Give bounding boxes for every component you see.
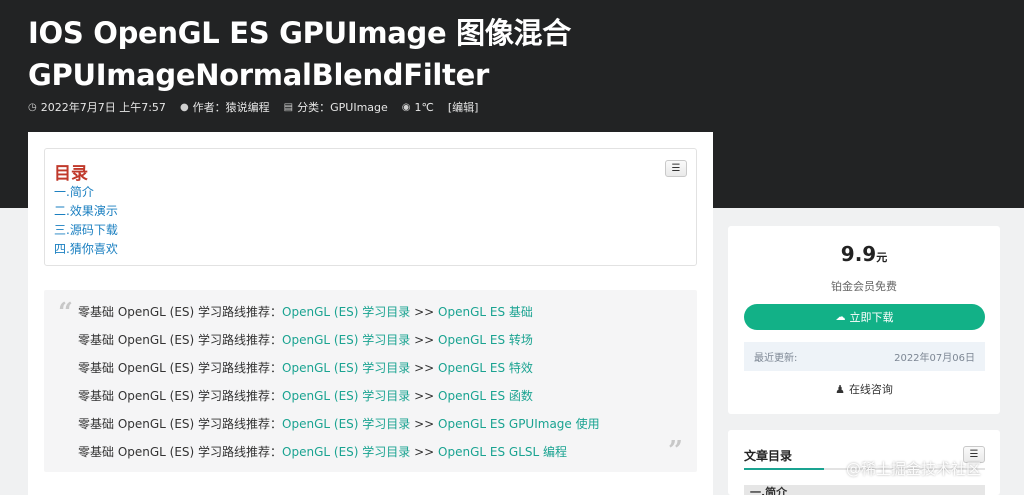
learning-index-link[interactable]: OpenGL (ES) 学习目录: [282, 389, 410, 403]
meta-date-text: 2022年7月7日 上午7:57: [40, 101, 166, 114]
quote-separator: >>: [410, 305, 439, 319]
toc-item[interactable]: 三.源码下载: [54, 221, 118, 240]
membership-note: 铂金会员免费: [831, 280, 897, 293]
learning-index-link[interactable]: OpenGL (ES) 学习目录: [282, 361, 410, 375]
price: 9.9元: [728, 242, 1000, 266]
quote-line-prefix: 零基础 OpenGL (ES) 学习路线推荐：: [78, 305, 283, 319]
user-icon: ●: [179, 101, 189, 113]
price-value: 9.9: [840, 242, 877, 266]
eye-icon: ◉: [401, 101, 411, 113]
quote-separator: >>: [410, 333, 439, 347]
meta-author[interactable]: ● 作者：猿说编程: [180, 99, 270, 115]
toc-item[interactable]: 二.效果演示: [54, 202, 118, 221]
topic-link[interactable]: OpenGL ES GLSL 编程: [438, 445, 567, 459]
online-consult-label: 在线咨询: [848, 383, 893, 396]
toc-item[interactable]: 一.简介: [54, 183, 118, 202]
last-updated: 最近更新: 2022年07月06日: [744, 342, 985, 371]
learning-index-link[interactable]: OpenGL (ES) 学习目录: [282, 333, 410, 347]
blockquote: “ 零基础 OpenGL (ES) 学习路线推荐：OpenGL (ES) 学习目…: [44, 290, 697, 472]
toc-toggle-button[interactable]: ☰: [665, 160, 687, 177]
quote-line-prefix: 零基础 OpenGL (ES) 学习路线推荐：: [78, 417, 283, 431]
post-title-line-2: GPUImageNormalBlendFilter: [28, 58, 489, 92]
post-meta: ◷ 2022年7月7日 上午7:57 ● 作者：猿说编程 ▤ 分类：GPUIma…: [28, 99, 492, 115]
quote-separator: >>: [410, 389, 439, 403]
topic-link[interactable]: OpenGL ES 转场: [438, 333, 533, 347]
edit-link[interactable]: [编辑]: [448, 99, 479, 115]
clock-icon: ◷: [28, 101, 37, 113]
meta-category-text[interactable]: 分类：GPUImage: [297, 99, 388, 115]
topic-link[interactable]: OpenGL ES 特效: [438, 361, 533, 375]
learning-index-link[interactable]: OpenGL (ES) 学习目录: [282, 417, 410, 431]
divider-accent: [744, 468, 824, 470]
watermark: @稀土掘金技术社区: [846, 460, 982, 478]
sidebar-toc-item[interactable]: 一.简介: [744, 485, 985, 495]
sidebar-toc-title: 文章目录: [744, 449, 793, 463]
learning-index-link[interactable]: OpenGL (ES) 学习目录: [282, 445, 410, 459]
qq-icon: ♟: [835, 382, 845, 396]
meta-date: ◷ 2022年7月7日 上午7:57: [28, 99, 166, 115]
folder-icon: ▤: [283, 101, 294, 113]
meta-author-text[interactable]: 作者：猿说编程: [193, 99, 270, 115]
toc-title: 目录: [54, 164, 88, 184]
list-icon: ☰: [671, 163, 681, 174]
quote-line: 零基础 OpenGL (ES) 学习路线推荐：OpenGL (ES) 学习目录 …: [78, 326, 600, 354]
close-quote-icon: ”: [668, 436, 683, 466]
meta-category[interactable]: ▤ 分类：GPUImage: [284, 99, 388, 115]
learning-index-link[interactable]: OpenGL (ES) 学习目录: [282, 305, 410, 319]
meta-views: ◉ 1℃: [402, 101, 434, 114]
last-updated-value: 2022年07月06日: [894, 353, 975, 364]
quote-separator: >>: [410, 417, 439, 431]
quote-line-prefix: 零基础 OpenGL (ES) 学习路线推荐：: [78, 333, 283, 347]
open-quote-icon: “: [58, 298, 73, 328]
quote-line: 零基础 OpenGL (ES) 学习路线推荐：OpenGL (ES) 学习目录 …: [78, 382, 600, 410]
quote-line: 零基础 OpenGL (ES) 学习路线推荐：OpenGL (ES) 学习目录 …: [78, 438, 600, 466]
quote-line: 零基础 OpenGL (ES) 学习路线推荐：OpenGL (ES) 学习目录 …: [78, 354, 600, 382]
post-title-line-1: IOS OpenGL ES GPUImage 图像混合: [28, 16, 571, 50]
price-unit: 元: [876, 251, 888, 264]
quote-line-prefix: 零基础 OpenGL (ES) 学习路线推荐：: [78, 445, 283, 459]
quote-line-prefix: 零基础 OpenGL (ES) 学习路线推荐：: [78, 389, 283, 403]
meta-views-text: 1℃: [414, 100, 434, 114]
post-title: IOS OpenGL ES GPUImage 图像混合 GPUImageNorm…: [28, 12, 728, 96]
online-consult-link[interactable]: ♟ 在线咨询: [728, 381, 1000, 397]
download-widget: 9.9元 铂金会员免费 ☁ 立即下载 最近更新: 2022年07月06日 ♟ 在…: [728, 226, 1000, 414]
toc-item[interactable]: 四.猜你喜欢: [54, 240, 118, 259]
download-button[interactable]: ☁ 立即下载: [744, 304, 985, 330]
topic-link[interactable]: OpenGL ES 基础: [438, 305, 533, 319]
toc-list: 一.简介 二.效果演示 三.源码下载 四.猜你喜欢: [54, 183, 118, 259]
quote-lines: 零基础 OpenGL (ES) 学习路线推荐：OpenGL (ES) 学习目录 …: [78, 298, 600, 466]
download-button-label: 立即下载: [849, 311, 894, 324]
cloud-download-icon: ☁: [835, 311, 846, 323]
quote-separator: >>: [410, 361, 439, 375]
table-of-contents: 目录 ☰ 一.简介 二.效果演示 三.源码下载 四.猜你喜欢: [44, 148, 697, 266]
topic-link[interactable]: OpenGL ES GPUImage 使用: [438, 417, 600, 431]
quote-line: 零基础 OpenGL (ES) 学习路线推荐：OpenGL (ES) 学习目录 …: [78, 410, 600, 438]
topic-link[interactable]: OpenGL ES 函数: [438, 389, 533, 403]
last-updated-label: 最近更新:: [754, 353, 798, 364]
quote-line: 零基础 OpenGL (ES) 学习路线推荐：OpenGL (ES) 学习目录 …: [78, 298, 600, 326]
article-content: 目录 ☰ 一.简介 二.效果演示 三.源码下载 四.猜你喜欢 “ 零基础 Ope…: [28, 132, 713, 495]
quote-separator: >>: [410, 445, 439, 459]
quote-line-prefix: 零基础 OpenGL (ES) 学习路线推荐：: [78, 361, 283, 375]
